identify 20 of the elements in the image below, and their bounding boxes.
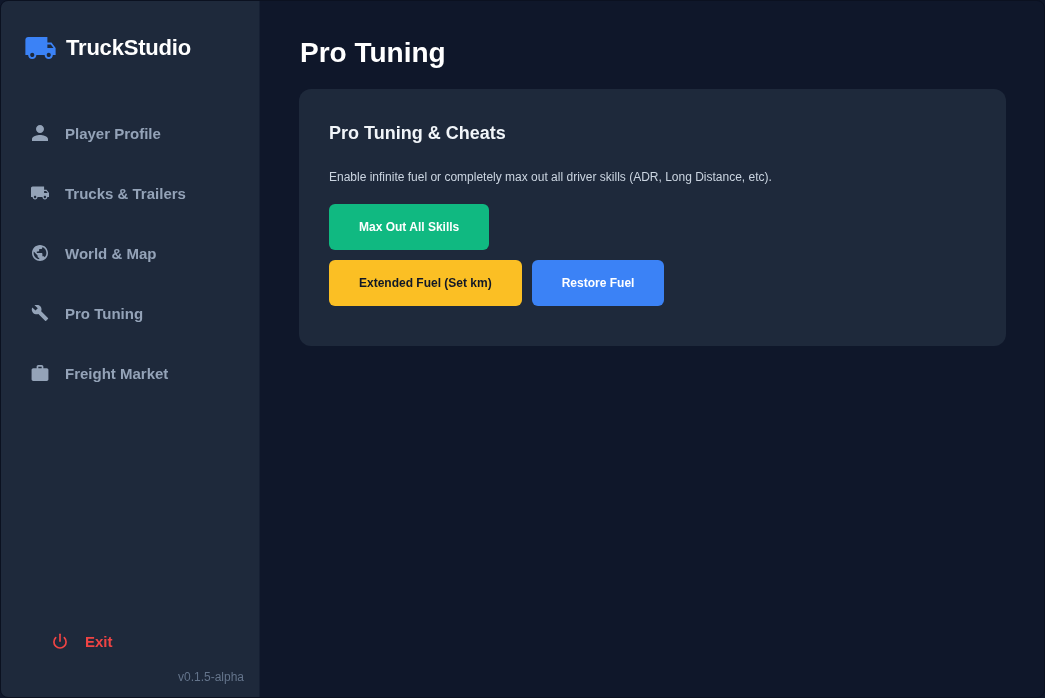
action-button[interactable]: Restore Fuel — [531, 260, 665, 306]
nav-item[interactable]: Trucks & Trailers — [17, 171, 243, 215]
nav-item[interactable]: Pro Tuning — [17, 291, 243, 335]
nav-item[interactable]: World & Map — [17, 231, 243, 275]
card-description: Enable infinite fuel or completely max out all driver skills (ADR, Long Distance, etc). — [329, 169, 773, 185]
card-title: Pro Tuning & Cheats — [329, 122, 507, 145]
briefcase-icon — [31, 365, 49, 381]
wrench-icon — [31, 305, 49, 321]
action-button[interactable]: Extended Fuel (Set km) — [329, 260, 522, 306]
person-icon — [31, 125, 49, 141]
globe-icon — [31, 245, 49, 261]
nav-item[interactable]: Player Profile — [17, 111, 243, 155]
app-logo-text: TruckStudio — [66, 35, 191, 61]
nav-item[interactable]: Freight Market — [17, 351, 243, 395]
exit-button[interactable]: Exit — [37, 623, 125, 659]
version-label: v0.1.5-alpha — [177, 669, 244, 685]
power-icon — [53, 633, 67, 649]
page-title: Pro Tuning — [300, 36, 447, 70]
truck-icon — [31, 185, 49, 201]
truck-icon — [25, 37, 56, 59]
